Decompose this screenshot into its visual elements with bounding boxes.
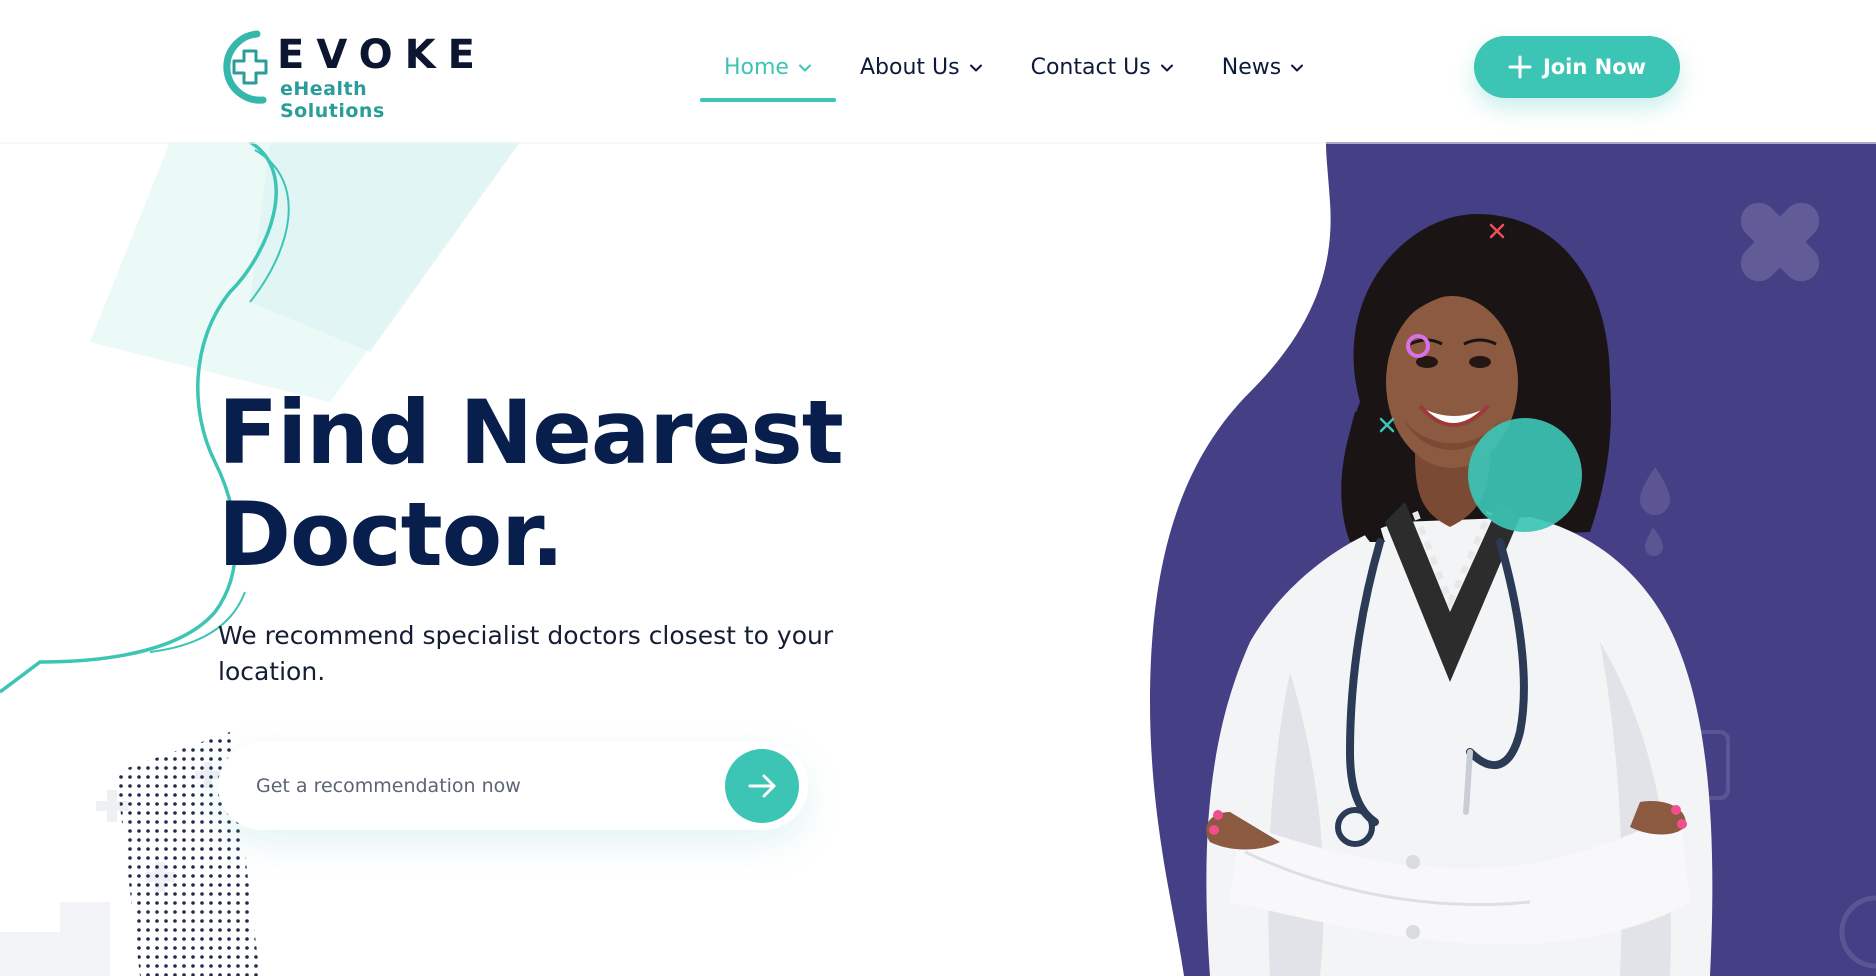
hero-subtext: We recommend specialist doctors closest … [218, 621, 834, 686]
doctor-photo [1206, 213, 1713, 976]
chevron-down-icon [1160, 64, 1173, 72]
teal-circle-decoration [1468, 418, 1582, 532]
nav-item-contact-us[interactable]: Contact Us [1007, 0, 1198, 134]
chevron-down-icon [969, 64, 982, 72]
arrow-right-icon [748, 774, 776, 798]
search-submit-button[interactable] [725, 749, 799, 823]
nav-item-label: News [1221, 54, 1282, 80]
chevron-down-icon [1291, 64, 1304, 72]
nav-item-label: About Us [859, 54, 960, 80]
plus-icon [1508, 55, 1532, 79]
pink-ring-decoration [1406, 334, 1430, 358]
hero-section: Find Nearest Doctor. We recommend specia… [0, 142, 1876, 976]
brand-logo[interactable]: EVOKE eHealth Solutions [217, 28, 477, 122]
teal-x-decoration [1379, 417, 1395, 433]
nav-item-news[interactable]: News [1198, 0, 1328, 134]
nav-item-home[interactable]: Home [700, 0, 836, 134]
chevron-down-icon [798, 64, 811, 72]
red-x-decoration [1489, 223, 1505, 239]
brand-name: EVOKE [277, 32, 487, 78]
page: EVOKE eHealth Solutions Home About Us Co… [0, 0, 1876, 976]
medical-cross-logo-icon [223, 30, 268, 104]
hero-headline: Find Nearest Doctor. [218, 382, 938, 586]
main-nav: Home About Us Contact Us News [700, 0, 1328, 142]
recommendation-input[interactable] [256, 766, 676, 806]
headline-line-2: Doctor. [218, 483, 564, 586]
nav-item-about-us[interactable]: About Us [836, 0, 1007, 134]
nav-item-label: Home [724, 54, 789, 80]
recommendation-search [218, 742, 808, 830]
join-now-label: Join Now [1542, 55, 1647, 79]
site-header: EVOKE eHealth Solutions Home About Us Co… [0, 0, 1876, 142]
join-now-button[interactable]: Join Now [1474, 36, 1680, 98]
nav-item-label: Contact Us [1030, 54, 1151, 80]
headline-line-1: Find Nearest [218, 381, 844, 484]
brand-tagline: eHealth Solutions [280, 78, 385, 122]
